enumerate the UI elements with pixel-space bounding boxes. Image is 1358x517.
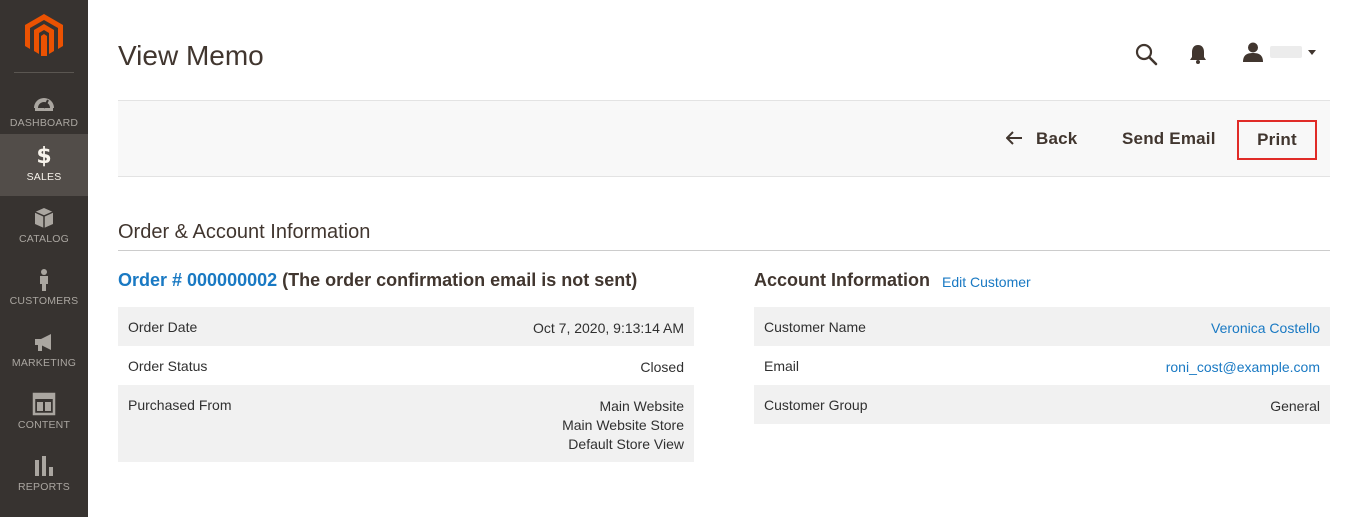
- sidebar-item-catalog[interactable]: Catalog: [0, 196, 88, 258]
- bar-chart-icon: [35, 456, 53, 476]
- row-label: Customer Group: [764, 397, 868, 413]
- sidebar-item-label: Customers: [9, 295, 79, 307]
- arrow-left-icon: [1006, 131, 1022, 145]
- row-label: Email: [764, 358, 800, 374]
- row-value: General: [1270, 398, 1320, 414]
- account-info-table: Customer Name Veronica Costello Email ro…: [754, 307, 1330, 424]
- edit-customer-link[interactable]: Edit Customer: [942, 274, 1031, 290]
- user-name: [1270, 46, 1302, 58]
- sidebar-item-label: Dashboard: [9, 117, 79, 129]
- order-info-table: Order Date Oct 7, 2020, 9:13:14 AM Order…: [118, 307, 694, 462]
- dollar-icon: $: [36, 144, 52, 169]
- customer-name-link[interactable]: Veronica Costello: [1211, 319, 1320, 338]
- print-button[interactable]: Print: [1237, 120, 1317, 160]
- sidebar-item-label: Sales: [26, 171, 62, 183]
- order-link[interactable]: Order # 000000002: [118, 270, 277, 290]
- sidebar-item-sales[interactable]: $ Sales: [0, 134, 88, 196]
- account-heading: Account Information: [754, 270, 930, 290]
- megaphone-icon: [35, 334, 51, 351]
- admin-sidebar: Dashboard $ Sales Catalog Customers Mark…: [0, 0, 88, 517]
- logo-divider: [14, 72, 74, 73]
- row-label: Order Date: [128, 319, 198, 335]
- page-actions-bar: Back Send Email Print: [118, 100, 1330, 177]
- table-row: Email roni_cost@example.com: [754, 346, 1330, 385]
- table-row: Purchased From Main Website Main Website…: [118, 385, 694, 462]
- customer-email-link[interactable]: roni_cost@example.com: [1166, 358, 1320, 377]
- box-icon: [34, 208, 54, 228]
- sidebar-item-dashboard[interactable]: Dashboard: [0, 80, 88, 142]
- table-row: Order Status Closed: [118, 346, 694, 385]
- sidebar-item-marketing[interactable]: Marketing: [0, 320, 88, 382]
- store-website: Main Website: [599, 398, 684, 414]
- row-label: Purchased From: [128, 397, 232, 413]
- table-row: Customer Name Veronica Costello: [754, 307, 1330, 346]
- sidebar-item-customers[interactable]: Customers: [0, 258, 88, 320]
- row-value: Oct 7, 2020, 9:13:14 AM: [533, 320, 684, 336]
- table-row: Customer Group General: [754, 385, 1330, 424]
- sidebar-item-label: Content: [17, 419, 71, 431]
- layout-icon: [32, 392, 56, 416]
- magento-logo-icon[interactable]: [25, 14, 63, 56]
- person-icon: [40, 269, 48, 291]
- send-email-button[interactable]: Send Email: [1122, 129, 1216, 149]
- row-label: Customer Name: [764, 319, 866, 335]
- section-title: Order & Account Information: [118, 221, 371, 243]
- user-icon: [1243, 42, 1263, 62]
- sidebar-item-label: Reports: [18, 481, 70, 493]
- order-note: (The order confirmation email is not sen…: [282, 270, 638, 290]
- sidebar-item-content[interactable]: Content: [0, 382, 88, 444]
- sidebar-item-label: Catalog: [18, 233, 70, 245]
- sidebar-item-label: Marketing: [11, 357, 77, 369]
- chevron-down-icon: [1308, 50, 1316, 55]
- row-label: Order Status: [128, 358, 208, 374]
- store-view: Default Store View: [568, 436, 684, 452]
- table-row: Order Date Oct 7, 2020, 9:13:14 AM: [118, 307, 694, 346]
- row-value: Closed: [640, 359, 684, 375]
- back-button-label: Back: [1036, 129, 1078, 148]
- dashboard-icon: [34, 98, 54, 111]
- search-icon[interactable]: [1134, 42, 1158, 66]
- page-title: View Memo: [118, 40, 264, 71]
- store-name: Main Website Store: [562, 417, 684, 433]
- user-menu[interactable]: [1242, 40, 1320, 66]
- back-button[interactable]: Back: [1006, 129, 1077, 149]
- section-divider: [118, 250, 1330, 251]
- order-heading: Order # 000000002 (The order confirmatio…: [118, 270, 637, 291]
- sidebar-item-reports[interactable]: Reports: [0, 444, 88, 506]
- row-value: Main Website Main Website Store Default …: [562, 397, 684, 454]
- bell-icon[interactable]: [1189, 44, 1207, 64]
